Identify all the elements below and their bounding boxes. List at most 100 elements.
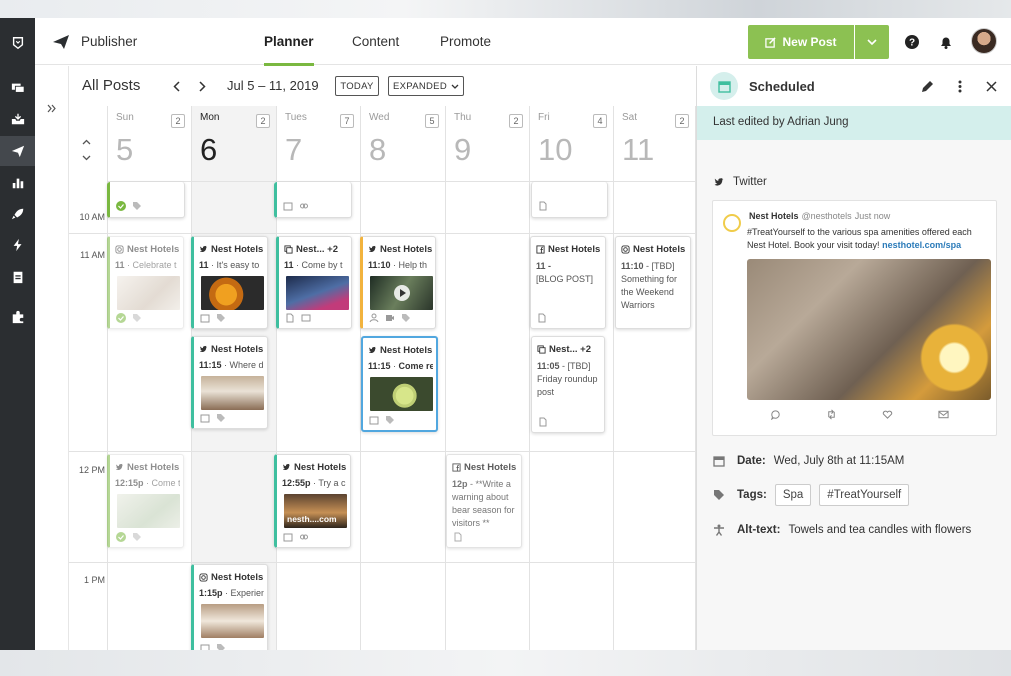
- post-card[interactable]: Nest Hotels 11 · It's easy to: [191, 236, 268, 329]
- tweet-link[interactable]: nesthotel.com/spa: [882, 240, 961, 250]
- tab-promote[interactable]: Promote: [440, 18, 491, 65]
- post-count-badge[interactable]: 2: [256, 114, 270, 128]
- tweet-author: Nest Hotels @nesthotels Just now: [749, 211, 891, 221]
- avatar[interactable]: [971, 28, 997, 54]
- bell-icon[interactable]: [937, 33, 955, 51]
- paper-plane-icon: [53, 34, 69, 49]
- logo-icon[interactable]: [0, 28, 35, 58]
- instagram-icon: [621, 245, 630, 254]
- new-post-dropdown-button[interactable]: [855, 25, 889, 59]
- reports-icon[interactable]: [0, 168, 35, 198]
- post-count-badge[interactable]: 4: [593, 114, 607, 128]
- double-chevron-right-icon[interactable]: [47, 100, 56, 118]
- post-count-badge[interactable]: 5: [425, 114, 439, 128]
- twitter-icon: [199, 345, 208, 353]
- post-detail-panel: Scheduled Last edited by Adrian Jung Twi…: [696, 66, 1011, 650]
- calendar-icon: [200, 644, 210, 650]
- check-circle-icon: [116, 201, 126, 211]
- post-card[interactable]: Nest Hotels 11:10 · Help th: [360, 236, 436, 329]
- link-icon: [300, 534, 308, 540]
- close-icon[interactable]: [983, 78, 999, 94]
- next-week-button[interactable]: [195, 79, 209, 93]
- hour-divider: [69, 233, 696, 234]
- post-card[interactable]: Nest Hotels 11 · Celebrate t: [107, 236, 184, 329]
- tag-chip[interactable]: #TreatYourself: [819, 484, 910, 506]
- post-card[interactable]: Nest Hotels 1:15p · Experien: [191, 564, 268, 650]
- document-icon: [286, 313, 294, 323]
- tag-icon: [386, 416, 394, 424]
- post-image: [286, 276, 349, 310]
- post-card[interactable]: Nest Hotels 11:10 - [TBD] Something for …: [615, 236, 691, 329]
- reply-icon[interactable]: [747, 409, 803, 420]
- time-gutter: 10 AM 11 AM 12 PM 1 PM: [69, 106, 107, 650]
- post-count-badge[interactable]: 7: [340, 114, 354, 128]
- tag-icon: [133, 202, 141, 210]
- post-image: [117, 494, 180, 528]
- new-post-button[interactable]: New Post: [748, 25, 854, 59]
- image-icon: [301, 314, 311, 322]
- post-card[interactable]: Nest... +2 11:05 - [TBD] Friday roundup …: [531, 336, 605, 433]
- previous-week-button[interactable]: [169, 79, 183, 93]
- post-count-badge[interactable]: 2: [509, 114, 523, 128]
- post-card[interactable]: [531, 182, 608, 218]
- tab-content[interactable]: Content: [352, 18, 399, 65]
- day-number: 9: [454, 132, 472, 167]
- chevron-down-icon: [451, 84, 459, 89]
- day-column-sat: Sat 11 2: [613, 106, 696, 650]
- chevron-right-icon: [198, 80, 206, 92]
- time-label: 1 PM: [83, 575, 105, 585]
- alt-text-label: Alt-text:: [737, 524, 781, 536]
- day-name: Mon: [200, 112, 220, 123]
- post-card[interactable]: Nest Hotels 11:15 · Where d: [191, 336, 268, 429]
- post-card[interactable]: Nest Hotels 11 - [BLOG POST]: [530, 236, 606, 329]
- help-icon[interactable]: ?: [903, 33, 921, 51]
- alt-text-row: Alt-text: Towels and tea candles with fl…: [713, 524, 971, 536]
- network-label: Twitter: [713, 176, 767, 188]
- message-icon[interactable]: [915, 409, 971, 420]
- post-tags-row: Tags: Spa #TreatYourself: [713, 484, 917, 506]
- post-count-badge[interactable]: 2: [171, 114, 185, 128]
- calendar-icon: [283, 533, 293, 542]
- day-number: 10: [538, 132, 573, 167]
- retweet-icon[interactable]: [803, 409, 859, 420]
- post-count-badge[interactable]: 2: [675, 114, 689, 128]
- edit-pencil-icon[interactable]: [919, 78, 935, 94]
- post-card[interactable]: Nest Hotels 12:55p · Try a c nesth....co…: [274, 454, 351, 548]
- post-card[interactable]: Nest Hotels 12p - **Write a warning abou…: [446, 454, 522, 548]
- day-number: 6: [200, 132, 218, 167]
- tab-planner[interactable]: Planner: [264, 18, 314, 66]
- tag-chip[interactable]: Spa: [774, 484, 812, 506]
- messages-icon[interactable]: [0, 73, 35, 103]
- play-icon: [393, 285, 410, 301]
- post-card[interactable]: Nest... +2 11 · Come by t: [276, 236, 352, 329]
- today-button[interactable]: TODAY: [335, 76, 379, 96]
- publisher-icon[interactable]: [0, 136, 35, 166]
- view-mode-select[interactable]: EXPANDED: [388, 76, 464, 96]
- post-card[interactable]: [274, 182, 352, 218]
- like-icon[interactable]: [859, 409, 915, 420]
- rocket-icon[interactable]: [0, 199, 35, 229]
- instagram-icon: [115, 245, 124, 254]
- post-date-row: Date: Wed, July 8th at 11:15AM: [713, 455, 904, 467]
- panel-status-title: Scheduled: [749, 79, 815, 94]
- post-video[interactable]: [370, 276, 433, 310]
- expand-sidebar-column: [35, 66, 69, 650]
- more-options-icon[interactable]: [952, 78, 968, 94]
- facebook-icon: [452, 463, 461, 472]
- last-edited-bar: Last edited by Adrian Jung: [697, 106, 1011, 140]
- date-value: Wed, July 8th at 11:15AM: [773, 455, 905, 467]
- scroll-down-button[interactable]: [82, 148, 91, 166]
- app-brand[interactable]: Publisher: [53, 18, 137, 65]
- integrations-icon[interactable]: [0, 302, 35, 332]
- inbox-icon[interactable]: [0, 104, 35, 134]
- post-card-selected[interactable]: Nest Hotels 11:15 · Come re: [361, 336, 438, 432]
- calendar-toolbar: All Posts Jul 5 – 11, 2019 TODAY EXPANDE…: [69, 66, 696, 106]
- tweet-actions: [747, 409, 991, 420]
- background-top: [0, 0, 1011, 18]
- day-number: 7: [285, 132, 303, 167]
- automation-icon[interactable]: [0, 230, 35, 260]
- account-avatar: [723, 214, 741, 232]
- post-card[interactable]: [107, 182, 185, 218]
- tasks-icon[interactable]: [0, 262, 35, 292]
- post-card[interactable]: Nest Hotels 12:15p · Come t: [107, 454, 184, 548]
